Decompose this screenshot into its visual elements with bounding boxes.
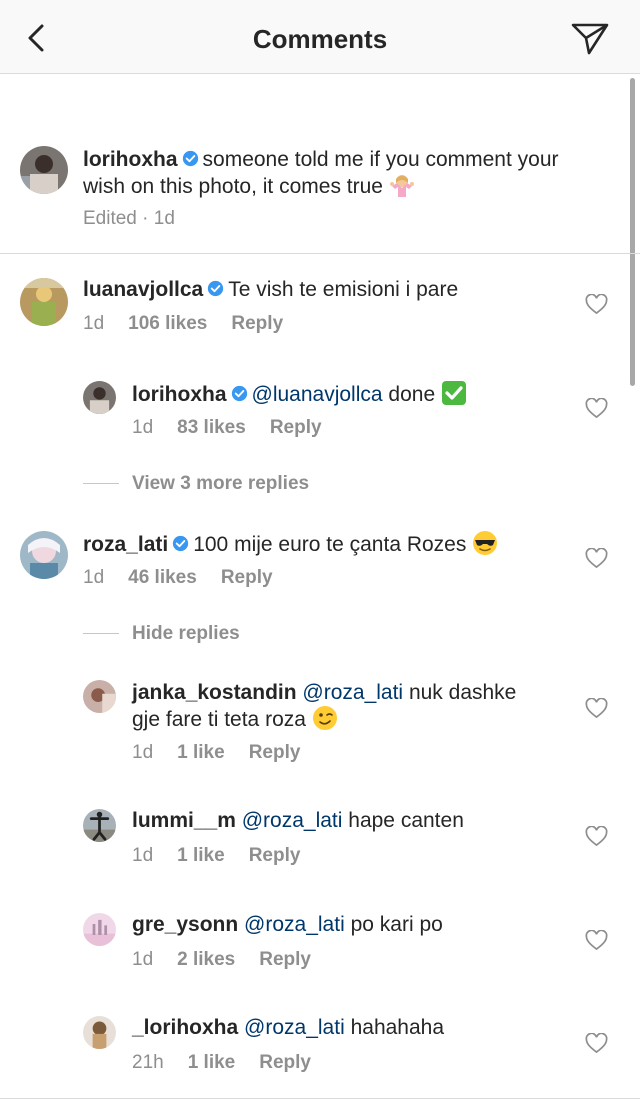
page-title: Comments [252,24,388,54]
reply-text: lummi__m @roza_lati hape canten [132,808,572,833]
comment-username[interactable]: luanavjollca [83,278,203,301]
mention-link[interactable]: @roza_lati [302,681,403,704]
likes-count[interactable]: 2 likes [177,949,235,970]
caption-username[interactable]: lorihoxha [83,148,178,171]
heart-icon[interactable] [585,398,608,419]
reply-body: nuk dashke [408,681,517,704]
reply-button[interactable]: Reply [249,742,301,763]
likes-count[interactable]: 1 like [177,845,225,866]
edited-label: Edited [83,208,137,229]
heart-icon[interactable] [585,548,608,569]
reply-text: _lorihoxha @roza_lati hahahaha [132,1015,572,1040]
reply-body: done [388,383,436,406]
reply-text: lorihoxha @luanavjollca done [132,380,572,412]
avatar[interactable] [20,278,68,326]
caption-meta: Edited · 1d [83,208,175,229]
heart-icon[interactable] [585,826,608,847]
reply-time: 21h [132,1052,164,1073]
comment-text: luanavjollca Te vish te emisioni i pare [83,277,573,302]
reply-text: janka_kostandin @roza_lati nuk dashke gje… [132,680,572,737]
avatar[interactable] [83,680,116,713]
reply-username[interactable]: _lorihoxha [132,1016,238,1039]
verified-badge-icon [182,150,198,167]
comment-body: 100 mije euro te çanta Rozes [193,533,467,556]
comment-username[interactable]: roza_lati [83,533,168,556]
mention-link[interactable]: @roza_lati [244,1016,345,1039]
heart-icon[interactable] [585,698,608,719]
heart-icon[interactable] [585,1033,608,1054]
comment-time: 1d [83,567,105,588]
reply-username[interactable]: gre_ysonn [132,913,238,936]
comment-body: Te vish te emisioni i pare [228,278,459,301]
reply-meta: 1d 1 like Reply [132,845,324,867]
view-more-replies-label[interactable]: View 3 more replies [132,473,309,494]
reply-username[interactable]: lorihoxha [132,383,227,406]
likes-count[interactable]: 83 likes [177,417,246,438]
reply-time: 1d [132,417,154,438]
comment-time: 1d [83,313,105,334]
reply-meta: 1d 1 like Reply [132,742,324,764]
comment-meta: 1d 106 likes Reply [83,313,307,335]
avatar[interactable] [83,381,116,414]
reply-button[interactable]: Reply [259,949,311,970]
hide-replies-label[interactable]: Hide replies [132,623,240,644]
reply-time: 1d [132,845,154,866]
reply-button[interactable]: Reply [221,567,273,588]
divider [0,253,640,254]
verified-badge-icon [208,280,224,297]
heart-icon[interactable] [585,930,608,951]
caption-time: 1d [153,208,175,229]
shrug-emoji-icon [389,172,415,204]
check-mark-emoji-icon [441,380,467,412]
likes-count[interactable]: 106 likes [128,313,207,334]
reply-username[interactable]: lummi__m [132,809,236,832]
mention-link[interactable]: @roza_lati [244,913,345,936]
divider [0,1098,640,1099]
heart-icon[interactable] [585,294,608,315]
sunglasses-emoji-icon [472,530,498,562]
reply-username[interactable]: janka_kostandin [132,681,297,704]
header: Comments [0,0,640,74]
reply-body-line2: gje fare ti teta roza [132,708,306,731]
avatar[interactable] [20,146,68,194]
divider-line [83,483,119,485]
reply-body: po kari po [350,913,443,936]
hide-replies-button[interactable]: Hide replies [83,623,240,645]
reply-body: hape canten [348,809,464,832]
verified-badge-icon [231,385,247,402]
comment-text: roza_lati 100 mije euro te çanta Rozes [83,530,573,562]
reply-time: 1d [132,949,154,970]
avatar[interactable] [83,1016,116,1049]
view-more-replies-button[interactable]: View 3 more replies [83,473,309,495]
reply-button[interactable]: Reply [249,845,301,866]
likes-count[interactable]: 1 like [188,1052,236,1073]
reply-meta: 1d 83 likes Reply [132,417,346,439]
divider-line [83,633,119,635]
reply-text: gre_ysonn @roza_lati po kari po [132,912,572,937]
scrollbar[interactable] [630,78,635,386]
winking-face-emoji-icon [312,705,338,737]
reply-meta: 1d 2 likes Reply [132,949,335,971]
avatar[interactable] [20,531,68,579]
reply-button[interactable]: Reply [259,1052,311,1073]
reply-body: hahahaha [350,1016,445,1039]
caption-text: lorihoxha someone told me if you comment … [83,147,603,204]
verified-badge-icon [173,535,189,552]
avatar[interactable] [83,809,116,842]
likes-count[interactable]: 46 likes [128,567,197,588]
likes-count[interactable]: 1 like [177,742,225,763]
paper-plane-icon[interactable] [570,20,610,56]
mention-link[interactable]: @roza_lati [242,809,343,832]
reply-button[interactable]: Reply [270,417,322,438]
avatar[interactable] [83,913,116,946]
mention-link[interactable]: @luanavjollca [252,383,383,406]
reply-time: 1d [132,742,154,763]
reply-button[interactable]: Reply [231,313,283,334]
reply-meta: 21h 1 like Reply [132,1052,335,1074]
comment-meta: 1d 46 likes Reply [83,567,297,589]
